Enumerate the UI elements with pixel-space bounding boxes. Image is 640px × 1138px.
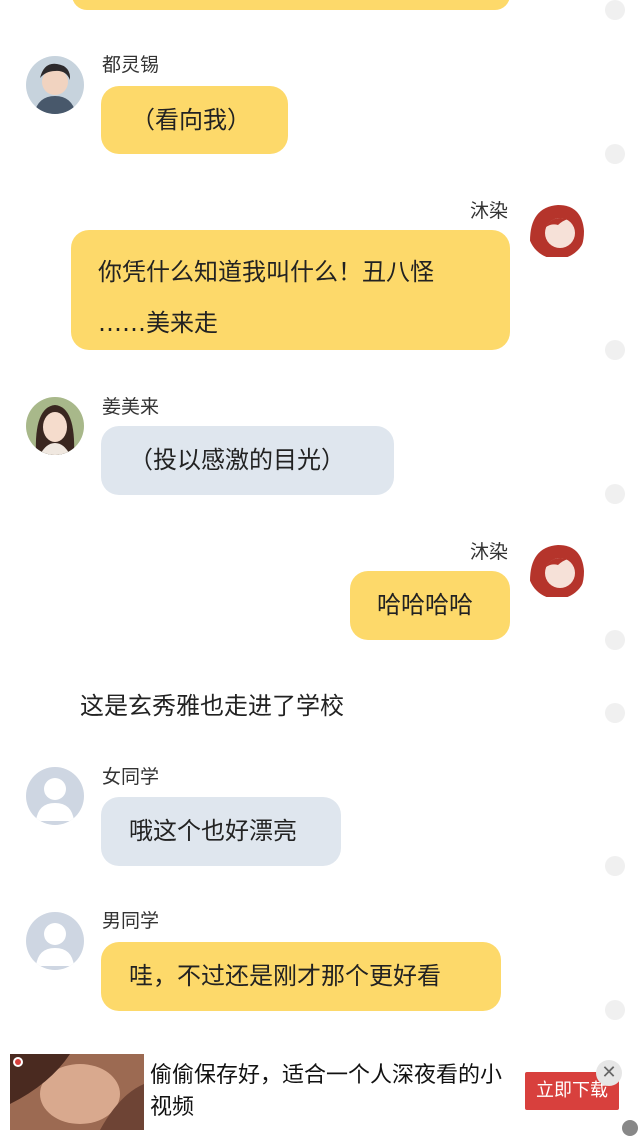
message-text: 哇，不过还是刚才那个更好看	[129, 962, 441, 990]
message-text: 你凭什么知道我叫什么！丑八怪	[98, 258, 434, 286]
timeline-dot	[605, 630, 625, 650]
timeline-dot	[605, 856, 625, 876]
message-text: 哈哈哈哈	[377, 591, 473, 619]
close-icon[interactable]: ✕	[596, 1060, 622, 1086]
message-text: 哦这个也好漂亮	[129, 817, 297, 845]
avatar[interactable]	[26, 397, 84, 455]
sender-name: 男同学	[102, 910, 160, 932]
message-text: （投以感激的目光）	[129, 446, 345, 474]
message-bubble[interactable]: （投以感激的目光）	[101, 426, 394, 495]
message-bubble[interactable]: 你凭什么知道我叫什么！丑八怪 ……美来走	[71, 230, 510, 350]
ad-mark-icon	[622, 1120, 638, 1136]
avatar[interactable]	[528, 201, 586, 259]
message-text: （看向我）	[131, 106, 251, 134]
narration-text: 这是玄秀雅也走进了学校	[80, 692, 344, 720]
default-avatar-icon[interactable]	[26, 767, 84, 825]
timeline-dot	[605, 484, 625, 504]
previous-message-bubble	[72, 0, 510, 10]
default-avatar-icon[interactable]	[26, 912, 84, 970]
timeline-dot	[605, 1000, 625, 1020]
ad-text[interactable]: 偷偷保存好，适合一个人深夜看的小视频	[150, 1060, 510, 1124]
avatar[interactable]	[26, 56, 84, 114]
sender-name: 都灵锡	[102, 54, 160, 76]
message-text: ……美来走	[98, 309, 218, 337]
timeline-dot	[605, 144, 625, 164]
ad-banner[interactable]: 偷偷保存好，适合一个人深夜看的小视频 立即下载 ✕	[0, 1046, 640, 1138]
timeline-dot	[605, 340, 625, 360]
sender-name: 沐染	[470, 541, 509, 563]
message-bubble[interactable]: 哦这个也好漂亮	[101, 797, 341, 866]
timeline-dot	[605, 703, 625, 723]
ad-thumbnail[interactable]	[10, 1054, 144, 1130]
sender-name: 沐染	[470, 200, 509, 222]
sender-name: 女同学	[102, 766, 160, 788]
message-bubble[interactable]: （看向我）	[101, 86, 288, 154]
message-bubble[interactable]: 哈哈哈哈	[350, 571, 510, 640]
sender-name: 姜美来	[102, 396, 160, 418]
timeline-dot	[605, 0, 625, 20]
message-bubble[interactable]: 哇，不过还是刚才那个更好看	[101, 942, 501, 1011]
avatar[interactable]	[528, 541, 586, 599]
